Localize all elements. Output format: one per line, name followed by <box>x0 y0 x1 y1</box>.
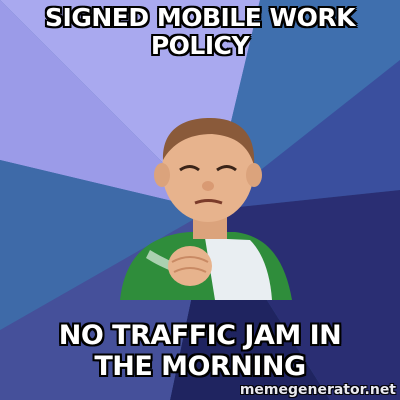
watermark: memegenerator.net <box>239 382 396 398</box>
bottom-caption: NO TRAFFIC JAM IN THE MORNING <box>58 320 342 383</box>
meme-image: SIGNED MOBILE WORK POLICY NO TRAFFIC JAM… <box>0 0 400 400</box>
top-caption: SIGNED MOBILE WORK POLICY <box>45 3 355 60</box>
